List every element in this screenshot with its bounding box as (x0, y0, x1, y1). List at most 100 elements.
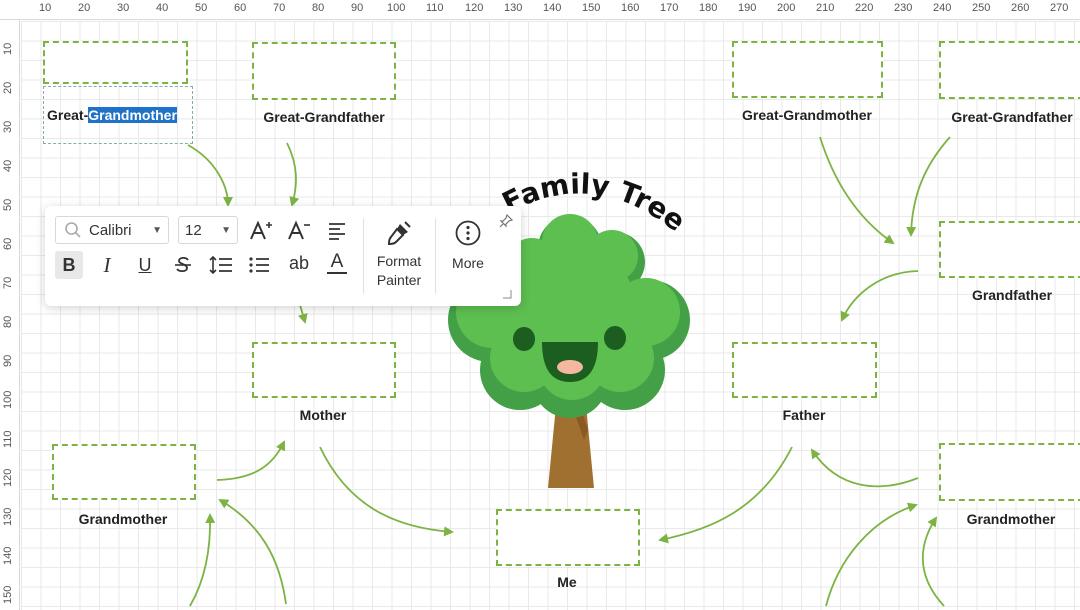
ruler-tick-v: 80 (2, 315, 14, 328)
label-mother[interactable]: Mother (300, 407, 347, 423)
font-family-value: Calibri (89, 221, 132, 239)
ruler-tick-h: 150 (582, 2, 601, 14)
ruler-tick-h: 110 (426, 2, 444, 14)
ruler-tick-h: 250 (972, 2, 991, 14)
resize-corner-icon[interactable] (501, 288, 513, 300)
increase-font-size-button[interactable] (247, 217, 275, 245)
box-great-grandfather-right[interactable] (939, 41, 1080, 99)
label-grandmother-left[interactable]: Grandmother (79, 511, 168, 527)
ruler-tick-h: 210 (816, 2, 835, 14)
search-icon (65, 222, 81, 238)
font-color-glyph: A (330, 251, 344, 272)
text-case-button[interactable]: ab (285, 249, 313, 277)
label-great-grandmother-left[interactable]: Great-Grandmother (47, 107, 177, 123)
label-great-grandfather-left[interactable]: Great-Grandfather (263, 109, 384, 125)
ruler-tick-v: 10 (2, 42, 14, 55)
format-painter-button[interactable]: Format Painter (371, 220, 427, 290)
ruler-tick-v: 90 (2, 354, 14, 367)
ruler-tick-h: 240 (933, 2, 952, 14)
box-great-grandmother-right[interactable] (732, 41, 883, 98)
font-color-bar (327, 272, 347, 274)
font-color-button[interactable]: A (323, 249, 351, 277)
font-size-select[interactable]: 12 ▼ (178, 216, 238, 244)
ruler-tick-h: 170 (660, 2, 679, 14)
more-button[interactable]: More (445, 220, 491, 273)
font-family-select[interactable]: Calibri ▼ (55, 216, 169, 244)
ruler-tick-h: 160 (621, 2, 640, 14)
ruler-tick-h: 60 (234, 2, 247, 14)
box-mother[interactable] (252, 342, 396, 398)
ruler-tick-h: 90 (351, 2, 364, 14)
tree-right-eye (604, 326, 626, 350)
more-options-icon (455, 220, 481, 246)
ruler-tick-h: 80 (312, 2, 325, 14)
ruler-tick-h: 230 (894, 2, 913, 14)
box-great-grandmother-left[interactable] (43, 41, 188, 84)
toolbar-separator (363, 218, 364, 294)
label-great-grandmother-right[interactable]: Great-Grandmother (742, 107, 872, 123)
box-father[interactable] (732, 342, 877, 398)
label-me[interactable]: Me (557, 574, 576, 590)
box-grandmother-right[interactable] (939, 443, 1080, 501)
line-spacing-icon (209, 255, 232, 275)
ruler-tick-h: 10 (39, 2, 52, 14)
ruler-tick-h: 190 (738, 2, 757, 14)
ruler-tick-v: 140 (2, 546, 14, 565)
pin-icon[interactable] (499, 214, 513, 228)
bold-button[interactable]: B (55, 251, 83, 279)
text-format-toolbar: Calibri ▼ 12 ▼ B I U ab A Format Painter (45, 206, 521, 306)
paint-brush-icon (387, 221, 411, 246)
ruler-tick-h: 270 (1050, 2, 1069, 14)
ruler-tick-h: 30 (117, 2, 130, 14)
strikethrough-button[interactable] (169, 251, 197, 279)
label-grandmother-right[interactable]: Grandmother (967, 511, 1056, 527)
ruler-tick-v: 40 (2, 159, 14, 172)
ruler-tick-v: 60 (2, 237, 14, 250)
font-increase-icon (250, 220, 272, 240)
more-label: More (452, 255, 484, 271)
ruler-tick-h: 40 (156, 2, 169, 14)
ruler-tick-h: 20 (78, 2, 91, 14)
ruler-tick-h: 140 (543, 2, 562, 14)
ruler-tick-v: 50 (2, 198, 14, 211)
bullet-list-icon (249, 257, 269, 273)
italic-button[interactable]: I (93, 251, 121, 279)
bullet-list-button[interactable] (245, 251, 273, 279)
label-great-grandfather-right[interactable]: Great-Grandfather (951, 109, 1072, 125)
ruler-tick-v: 30 (2, 120, 14, 133)
ruler-tick-h: 100 (387, 2, 406, 14)
box-great-grandfather-left[interactable] (252, 42, 396, 100)
decrease-font-size-button[interactable] (285, 217, 313, 245)
line-spacing-button[interactable] (207, 251, 235, 279)
font-decrease-icon (288, 220, 310, 240)
format-painter-label-2: Painter (376, 272, 422, 288)
ruler-left: 10 20 30 40 50 60 70 80 90 100 110 120 130 140 150 (0, 20, 20, 610)
ruler-tick-v: 100 (2, 390, 14, 409)
ruler-tick-h: 200 (777, 2, 796, 14)
selected-text[interactable]: Grandmother (88, 107, 177, 123)
ruler-tick-v: 20 (2, 81, 14, 94)
ruler-tick-v: 110 (2, 430, 14, 448)
box-grandfather-right[interactable] (939, 221, 1080, 278)
tree-left-eye (513, 327, 535, 351)
format-painter-label-1: Format (376, 253, 422, 269)
label-father[interactable]: Father (783, 407, 826, 423)
toolbar-separator (435, 218, 436, 294)
align-left-icon (329, 223, 345, 240)
ruler-tick-h: 50 (195, 2, 208, 14)
align-button[interactable] (323, 217, 351, 245)
ruler-tick-h: 260 (1011, 2, 1030, 14)
box-grandmother-left[interactable] (52, 444, 196, 500)
label-prefix: Great- (47, 107, 89, 123)
label-grandfather-right[interactable]: Grandfather (972, 287, 1052, 303)
ruler-tick-h: 180 (699, 2, 718, 14)
ruler-top: 10 20 30 40 50 60 70 80 90 100 110 120 130 140 150 160 1… (0, 0, 1080, 20)
box-me[interactable] (496, 509, 640, 566)
ruler-tick-h: 120 (465, 2, 484, 14)
ruler-tick-h: 220 (855, 2, 874, 14)
ruler-tick-v: 130 (2, 507, 14, 526)
ruler-tick-h: 70 (273, 2, 286, 14)
ruler-tick-v: 70 (2, 276, 14, 289)
underline-button[interactable]: U (131, 251, 159, 279)
chevron-down-icon: ▼ (152, 224, 162, 236)
